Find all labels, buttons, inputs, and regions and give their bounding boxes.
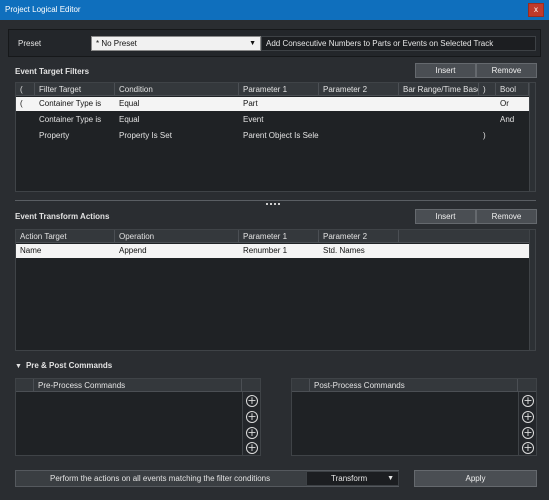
add-circle-icon[interactable]: + [246, 411, 258, 423]
filters-col-parameter-2[interactable]: Parameter 2 [319, 83, 399, 96]
filter-cell-bool[interactable]: And [496, 113, 529, 127]
filter-cell-target[interactable]: Container Type is [35, 113, 115, 127]
window-titlebar: Project Logical Editor [0, 0, 549, 20]
apply-button[interactable]: Apply [414, 470, 537, 487]
filter-cell-bar-range[interactable] [399, 113, 479, 127]
filters-col-condition[interactable]: Condition [115, 83, 239, 96]
filters-col-bool[interactable]: Bool [496, 83, 529, 96]
filter-cell-close-paren[interactable]: ) [479, 129, 496, 143]
actions-col-parameter-2[interactable]: Parameter 2 [319, 230, 399, 243]
add-circle-icon[interactable]: + [246, 427, 258, 439]
post-process-col-blank [292, 379, 310, 392]
filter-row[interactable]: Container Type is Equal Event And [16, 113, 529, 127]
filter-cell-parameter-1[interactable]: Part [239, 97, 319, 111]
filter-row[interactable]: Property Property Is Set Parent Object I… [16, 129, 529, 143]
filters-col-bar-range[interactable]: Bar Range/Time Base [399, 83, 479, 96]
add-circle-icon[interactable]: + [522, 442, 534, 454]
filter-cell-close-paren[interactable] [479, 97, 496, 111]
add-circle-icon[interactable]: + [246, 395, 258, 407]
add-circle-icon[interactable]: + [522, 411, 534, 423]
pre-process-header: Pre-Process Commands [16, 379, 260, 392]
filters-col-filter-target[interactable]: Filter Target [35, 83, 115, 96]
actions-scrollbar[interactable] [529, 230, 535, 350]
filter-cell-condition[interactable]: Equal [115, 113, 239, 127]
filter-cell-condition[interactable]: Equal [115, 97, 239, 111]
actions-insert-button[interactable]: Insert [415, 209, 476, 224]
filter-cell-open-paren[interactable]: ( [16, 97, 35, 111]
preset-dropdown[interactable]: * No Preset ▼ [91, 36, 261, 51]
filter-cell-open-paren[interactable] [16, 129, 35, 143]
close-button[interactable]: x [528, 3, 544, 17]
filter-cell-parameter-1[interactable]: Parent Object Is Selec [239, 129, 319, 143]
filters-insert-button[interactable]: Insert [415, 63, 476, 78]
actions-col-operation[interactable]: Operation [115, 230, 239, 243]
filters-scrollbar[interactable] [529, 83, 535, 191]
preset-value: * No Preset [96, 39, 137, 48]
add-circle-icon[interactable]: + [522, 395, 534, 407]
post-process-header-label: Post-Process Commands [310, 379, 518, 392]
transform-mode-value: Transform [331, 474, 368, 483]
filter-cell-bool[interactable]: Or [496, 97, 529, 111]
add-circle-icon[interactable]: + [522, 427, 534, 439]
actions-table: Action Target Operation Parameter 1 Para… [15, 229, 536, 351]
filter-cell-open-paren[interactable] [16, 113, 35, 127]
post-process-header: Post-Process Commands [292, 379, 536, 392]
actions-table-header: Action Target Operation Parameter 1 Para… [16, 230, 529, 243]
filters-section-title: Event Target Filters [15, 67, 90, 76]
collapse-triangle-icon: ▼ [15, 363, 22, 370]
action-cell-operation[interactable]: Append [115, 244, 239, 258]
pre-process-header-label: Pre-Process Commands [34, 379, 242, 392]
filter-cell-parameter-2[interactable] [319, 97, 399, 111]
actions-col-blank [399, 230, 529, 243]
window-title: Project Logical Editor [5, 5, 81, 14]
filters-col-parameter-1[interactable]: Parameter 1 [239, 83, 319, 96]
filter-cell-close-paren[interactable] [479, 113, 496, 127]
actions-col-parameter-1[interactable]: Parameter 1 [239, 230, 319, 243]
chevron-down-icon: ▼ [249, 40, 256, 47]
preset-description: Add Consecutive Numbers to Parts or Even… [261, 36, 536, 51]
perform-description: Perform the actions on all events matchi… [50, 474, 271, 483]
filters-table: ( Filter Target Condition Parameter 1 Pa… [15, 82, 536, 192]
action-cell-parameter-1[interactable]: Renumber 1 [239, 244, 319, 258]
filters-remove-button[interactable]: Remove [476, 63, 537, 78]
action-cell-blank [399, 244, 529, 258]
commands-section-title[interactable]: ▼ Pre & Post Commands [15, 361, 112, 370]
preset-label: Preset [18, 39, 42, 48]
filter-cell-bar-range[interactable] [399, 97, 479, 111]
commands-title-text: Pre & Post Commands [25, 361, 113, 370]
transform-mode-dropdown[interactable]: Transform ▼ [306, 471, 399, 486]
filter-cell-parameter-1[interactable]: Event [239, 113, 319, 127]
pre-process-col-blank [16, 379, 34, 392]
filter-cell-parameter-2[interactable] [319, 129, 399, 143]
filter-cell-parameter-2[interactable] [319, 113, 399, 127]
actions-remove-button[interactable]: Remove [476, 209, 537, 224]
filter-row[interactable]: ( Container Type is Equal Part Or [16, 97, 529, 111]
filters-col-open-paren[interactable]: ( [16, 83, 35, 96]
actions-section-title: Event Transform Actions [15, 212, 110, 221]
filters-table-header: ( Filter Target Condition Parameter 1 Pa… [16, 83, 529, 96]
chevron-down-icon: ▼ [387, 475, 394, 482]
splitter-handle[interactable] [266, 198, 286, 205]
actions-col-action-target[interactable]: Action Target [16, 230, 115, 243]
post-process-commands-list: Post-Process Commands + + + + [291, 378, 537, 456]
add-circle-icon[interactable]: + [246, 442, 258, 454]
filter-cell-condition[interactable]: Property Is Set [115, 129, 239, 143]
filters-col-close-paren[interactable]: ) [479, 83, 496, 96]
action-row[interactable]: Name Append Renumber 1 Std. Names [16, 244, 529, 258]
action-cell-target[interactable]: Name [16, 244, 115, 258]
filter-cell-target[interactable]: Property [35, 129, 115, 143]
pre-process-commands-list: Pre-Process Commands + + + + [15, 378, 261, 456]
filter-cell-target[interactable]: Container Type is [35, 97, 115, 111]
action-cell-parameter-2[interactable]: Std. Names [319, 244, 399, 258]
filter-cell-bar-range[interactable] [399, 129, 479, 143]
filter-cell-bool[interactable] [496, 129, 529, 143]
